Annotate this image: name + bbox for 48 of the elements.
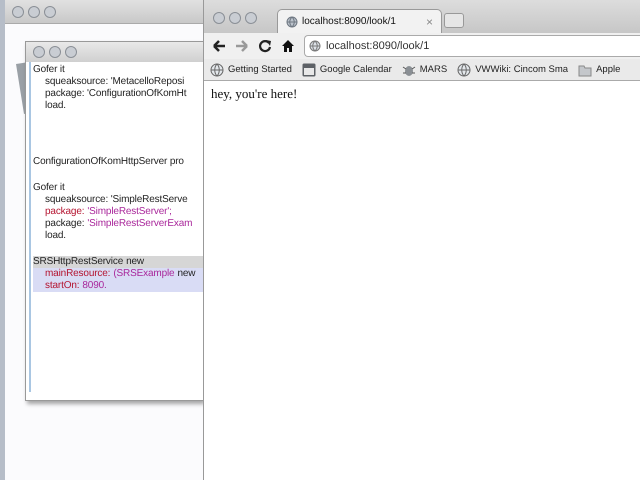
tab-title: localhost:8090/look/1 [302, 16, 397, 27]
bookmark-link[interactable]: Apple [578, 62, 620, 76]
code-text: mainResource: [45, 268, 110, 280]
code-text: 'SimpleRestServer'; [87, 206, 172, 218]
code-text: package: 'ConfigurationOfKomHt [45, 88, 186, 100]
code-text: startOn: [45, 280, 80, 292]
code-text: ConfigurationOfKomHttpServer pro [33, 156, 184, 168]
code-text: package: [45, 218, 84, 230]
code-text: squeaksource: 'SimpleRestServe [45, 194, 188, 206]
code-text: (SRSExample [113, 268, 174, 280]
code-text: load. [45, 100, 66, 112]
code-text: 8090. [82, 280, 107, 292]
code-text: new [126, 256, 144, 268]
code-text: squeaksource: 'MetacelloReposi [45, 76, 184, 88]
bookmark-link[interactable]: Getting Started [210, 62, 292, 76]
code-text: load. [45, 230, 66, 242]
window-control-button[interactable] [229, 12, 241, 24]
code-text: SRSHttpRestService [33, 256, 124, 268]
code-text: package: [45, 206, 84, 218]
back-arrow-icon[interactable] [212, 39, 226, 53]
forward-arrow-icon[interactable] [235, 39, 249, 53]
window-control-button[interactable] [44, 6, 56, 18]
globe-icon [457, 62, 472, 76]
new-tab-button[interactable] [444, 13, 464, 28]
page-text: hey, you're here! [211, 86, 298, 102]
folder-icon [578, 62, 592, 76]
globe-icon [309, 40, 321, 52]
window-control-button[interactable] [213, 12, 225, 24]
window-control-button[interactable] [28, 6, 40, 18]
window-control-button[interactable] [49, 46, 61, 58]
bookmark-link[interactable]: Google Calendar [302, 62, 392, 76]
home-icon[interactable] [281, 39, 295, 53]
window-control-button[interactable] [65, 46, 77, 58]
address-bar[interactable]: localhost:8090/look/1 [304, 35, 640, 57]
bookmark-link[interactable]: VWWiki: Cincom Sma [457, 62, 568, 76]
bookmark-link[interactable]: MARS [402, 62, 448, 76]
code-text: Gofer it [33, 64, 65, 76]
browser-tab[interactable]: localhost:8090/look/1 × [277, 9, 442, 33]
window-control-button[interactable] [33, 46, 45, 58]
calendar-icon [302, 62, 316, 76]
window-control-button[interactable] [12, 6, 24, 18]
globe-icon [210, 62, 224, 76]
code-text: new [177, 268, 196, 280]
reload-icon[interactable] [258, 39, 272, 53]
globe-icon [286, 16, 298, 28]
code-text: Gofer it [33, 182, 65, 194]
code-text: 'SimpleRestServerExam [87, 218, 192, 230]
window-control-button[interactable] [245, 12, 257, 24]
